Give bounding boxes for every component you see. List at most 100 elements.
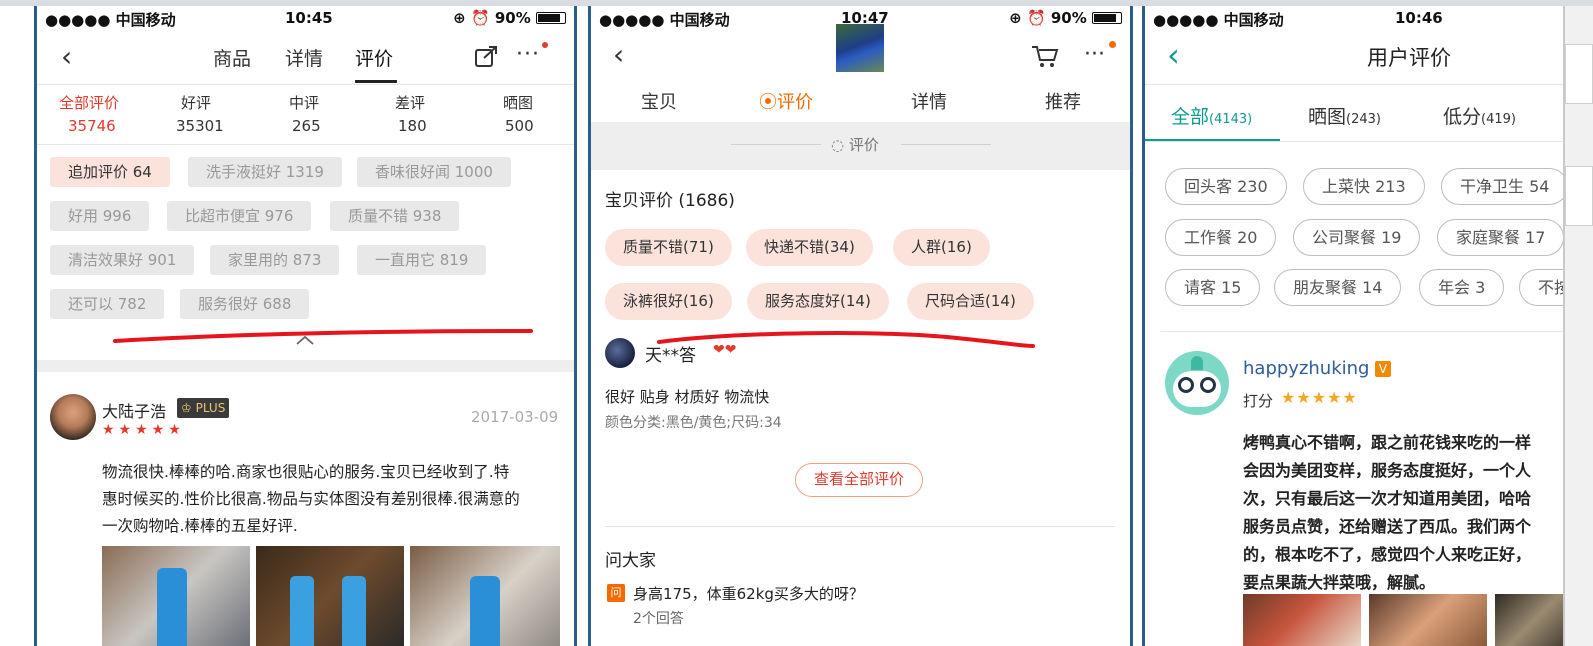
stat-count: 35746 xyxy=(68,117,116,135)
tab-details[interactable]: 详情 xyxy=(285,44,323,71)
review-photo[interactable] xyxy=(256,546,404,646)
collapse-arrow-icon[interactable] xyxy=(295,331,315,350)
stat-count: 35301 xyxy=(176,117,224,135)
review-tag[interactable]: 年会 3 xyxy=(1419,269,1505,306)
review-username[interactable]: happyzhuking xyxy=(1243,358,1369,379)
review-tag[interactable]: 质量不错(71) xyxy=(605,229,732,266)
score-label: 打分 xyxy=(1243,392,1274,410)
review-tag[interactable]: 一直用它 819 xyxy=(357,245,487,275)
review-username[interactable]: 大陆子浩 xyxy=(102,398,166,422)
comment-icon: ◌ xyxy=(831,136,845,154)
divider xyxy=(901,144,991,145)
tab-item[interactable]: 宝贝 xyxy=(641,88,677,114)
tab-photos[interactable]: 晒图(243) xyxy=(1308,102,1381,129)
divider xyxy=(37,144,574,145)
review-text-line: 烤鸭真心不错啊，跟之前花钱来吃的一样 xyxy=(1243,433,1532,452)
answer-count[interactable]: 2个回答 xyxy=(633,608,684,628)
review-tag[interactable]: 请客 15 xyxy=(1165,269,1261,306)
scrollbar-thumb[interactable] xyxy=(1565,44,1593,104)
review-username[interactable]: 天**答 xyxy=(645,341,696,366)
review-photo[interactable] xyxy=(410,546,560,646)
alarm-icon: ⏰ xyxy=(470,9,490,27)
product-thumbnail[interactable] xyxy=(836,24,884,72)
frame-border xyxy=(574,6,577,646)
review-tag[interactable]: 质量不错 938 xyxy=(330,201,460,231)
divider xyxy=(605,526,1115,527)
tab-item[interactable]: 详情 xyxy=(911,88,947,114)
stat-count: 500 xyxy=(505,117,534,135)
review-photo[interactable] xyxy=(1495,594,1563,646)
badge-label: PLUS xyxy=(195,401,226,415)
review-tag[interactable]: 泳裤很好(16) xyxy=(605,283,732,320)
tab-low-score[interactable]: 低分(419) xyxy=(1443,102,1516,129)
phone-screen-3: ●●●●● 中国移动 10:46 ‹ 用户评价 全部(4143) 晒图(243)… xyxy=(1145,6,1563,646)
avatar[interactable] xyxy=(1165,351,1229,415)
review-tag[interactable]: 工作餐 20 xyxy=(1165,219,1277,256)
section-gap xyxy=(37,360,574,372)
stat-label[interactable]: 全部评价 xyxy=(59,92,119,113)
review-tag[interactable]: 人群(16) xyxy=(893,229,990,266)
tab-all[interactable]: 全部(4143) xyxy=(1171,102,1252,129)
time: 10:45 xyxy=(285,9,333,27)
review-tag[interactable]: 尺码合适(14) xyxy=(907,283,1034,320)
review-text-line: 惠时候买的.性价比很高.物品与实体图没有差别很棒.很满意的 xyxy=(102,490,520,508)
review-tag[interactable]: 服务态度好(14) xyxy=(747,283,889,320)
review-tag[interactable]: 服务很好 688 xyxy=(180,289,310,319)
avatar[interactable] xyxy=(605,338,635,368)
back-icon[interactable]: ‹ xyxy=(61,40,72,73)
scrollbar-thumb[interactable] xyxy=(1565,166,1593,226)
heart-badge-icon: ❤❤ xyxy=(713,342,737,358)
avatar[interactable] xyxy=(50,394,96,440)
review-tag[interactable]: 比超市便宜 976 xyxy=(167,201,312,231)
view-all-reviews-button[interactable]: 查看全部评价 xyxy=(795,463,923,497)
review-tag[interactable]: 家庭聚餐 17 xyxy=(1437,219,1563,256)
more-icon[interactable]: ··· xyxy=(1084,42,1105,67)
tab-label: 低分 xyxy=(1443,106,1482,128)
stat-label[interactable]: 好评 xyxy=(181,92,211,113)
review-tag[interactable]: 还可以 782 xyxy=(50,289,165,319)
status-right: ⊕ ⏰ 90% xyxy=(453,9,566,27)
review-photo[interactable] xyxy=(1243,594,1361,646)
review-tag[interactable]: 洗手液挺好 1319 xyxy=(188,157,342,187)
review-tag[interactable]: 回头客 230 xyxy=(1165,168,1287,205)
review-text-line: 一次购物哈.棒棒的五星好评. xyxy=(102,517,298,535)
review-photo[interactable] xyxy=(102,546,250,646)
annotation-underline xyxy=(113,329,533,343)
review-text: 烤鸭真心不错啊，跟之前花钱来吃的一样 会因为美团变样，服务态度挺好，一个人 次，… xyxy=(1243,429,1531,597)
divider xyxy=(37,84,574,85)
tab-item[interactable]: 推荐 xyxy=(1045,88,1081,114)
review-tag[interactable]: 追加评价 64 xyxy=(50,157,170,187)
stat-label[interactable]: 中评 xyxy=(289,92,319,113)
review-tag[interactable]: 香味很好闻 1000 xyxy=(357,157,511,187)
review-text-line: 的，根本吃不了，感觉四个人来吃正好， xyxy=(1243,545,1532,564)
review-tag[interactable]: 好用 996 xyxy=(50,201,150,231)
review-photo[interactable] xyxy=(1369,594,1487,646)
review-tag[interactable]: 公司聚餐 19 xyxy=(1293,219,1421,256)
back-icon[interactable]: ‹ xyxy=(613,38,624,71)
review-tag[interactable]: 快递不错(34) xyxy=(746,229,873,266)
stat-label[interactable]: 差评 xyxy=(395,92,425,113)
review-tag[interactable]: 清洁效果好 901 xyxy=(50,245,195,275)
stat-label[interactable]: 晒图 xyxy=(503,92,533,113)
lock-icon: ⊕ xyxy=(453,9,466,27)
more-icon[interactable]: ··· xyxy=(516,42,540,67)
review-tag[interactable]: 上菜快 213 xyxy=(1303,168,1425,205)
question-text[interactable]: 身高175，体重62kg买多大的呀？ xyxy=(633,583,864,604)
tab-reviews[interactable]: 评价 xyxy=(355,44,393,71)
review-tag[interactable]: 家里用的 873 xyxy=(210,245,340,275)
tab-product[interactable]: 商品 xyxy=(213,44,251,71)
review-text-line: 次，只有最后这一次才知道用美团，哈哈 xyxy=(1243,489,1532,508)
carrier: ●●●●● 中国移动 xyxy=(1153,11,1284,29)
review-tag[interactable]: 朋友聚餐 14 xyxy=(1274,269,1402,306)
share-icon[interactable] xyxy=(474,44,500,72)
review-tag[interactable]: 不按 xyxy=(1519,269,1563,306)
cart-icon[interactable] xyxy=(1031,44,1059,72)
back-icon[interactable]: ‹ xyxy=(1167,36,1180,74)
tab-label: 晒图 xyxy=(1308,106,1347,128)
bottle-shape xyxy=(342,576,366,646)
rating-stars: ★★★★★ xyxy=(102,422,185,438)
status-bar: ●●●●● 中国移动 10:45 ⊕ ⏰ 90% xyxy=(37,6,574,30)
tab-reviews-active[interactable]: ⦿评价 xyxy=(759,88,813,114)
review-date: 2017-03-09 xyxy=(471,408,559,426)
review-tag[interactable]: 干净卫生 54 xyxy=(1441,168,1563,205)
